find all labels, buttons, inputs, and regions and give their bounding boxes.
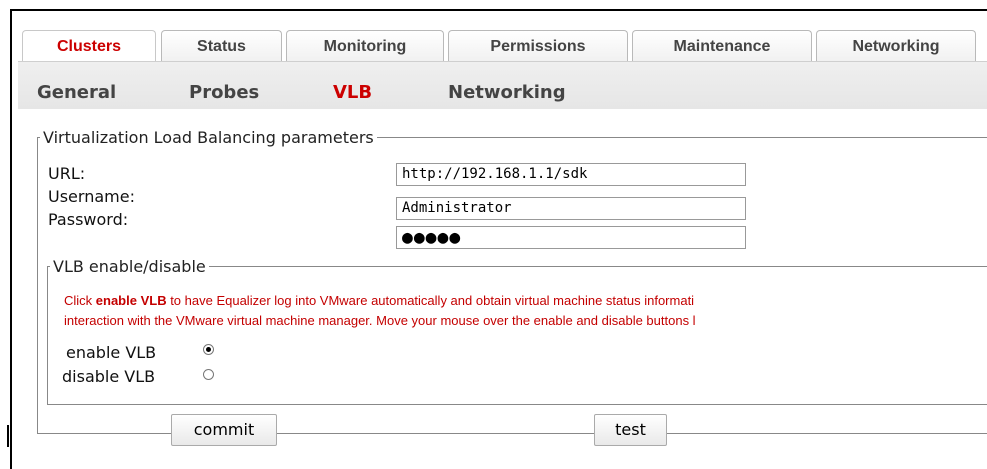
vlb-parameters-legend: Virtualization Load Balancing parameters (43, 128, 374, 147)
tab-status[interactable]: Status (161, 30, 282, 61)
vlb-enable-disable-legend: VLB enable/disable (53, 257, 206, 276)
vlb-instructions: Click enable VLB to have Equalizer log i… (64, 291, 987, 331)
password-label: Password: (48, 210, 129, 229)
vlb-instructions-line1: Click enable VLB to have Equalizer log i… (64, 293, 695, 308)
subtab-networking[interactable]: Networking (448, 82, 566, 103)
subtab-general[interactable]: General (37, 82, 116, 103)
disable-vlb-radio[interactable] (203, 369, 214, 380)
sub-tab-bar: General Probes VLB Networking (18, 61, 987, 109)
username-field[interactable]: Administrator (396, 197, 746, 220)
tab-permissions[interactable]: Permissions (448, 30, 628, 61)
vlb-enable-disable-group: VLB enable/disable (47, 257, 987, 405)
disable-vlb-label: disable VLB (62, 367, 156, 386)
enable-vlb-emphasis: enable VLB (95, 293, 167, 308)
tab-maintenance[interactable]: Maintenance (632, 30, 812, 61)
commit-button[interactable]: commit (171, 414, 277, 446)
test-button[interactable]: test (594, 414, 667, 446)
enable-vlb-label: enable VLB (66, 343, 157, 362)
subtab-probes[interactable]: Probes (189, 82, 259, 103)
enable-vlb-radio[interactable] (203, 344, 214, 355)
password-field[interactable]: ●●●●● (396, 226, 746, 249)
tab-networking[interactable]: Networking (816, 30, 976, 61)
left-edge-marker (7, 425, 9, 447)
url-field[interactable]: http://192.168.1.1/sdk (396, 163, 746, 186)
tab-monitoring[interactable]: Monitoring (286, 30, 444, 61)
tab-clusters[interactable]: Clusters (22, 30, 156, 62)
subtab-vlb[interactable]: VLB (333, 82, 372, 103)
username-label: Username: (48, 187, 135, 206)
url-label: URL: (48, 164, 86, 183)
vlb-instructions-line2: interaction with the VMware virtual mach… (64, 313, 696, 328)
main-tab-bar: Clusters Status Monitoring Permissions M… (22, 30, 987, 62)
